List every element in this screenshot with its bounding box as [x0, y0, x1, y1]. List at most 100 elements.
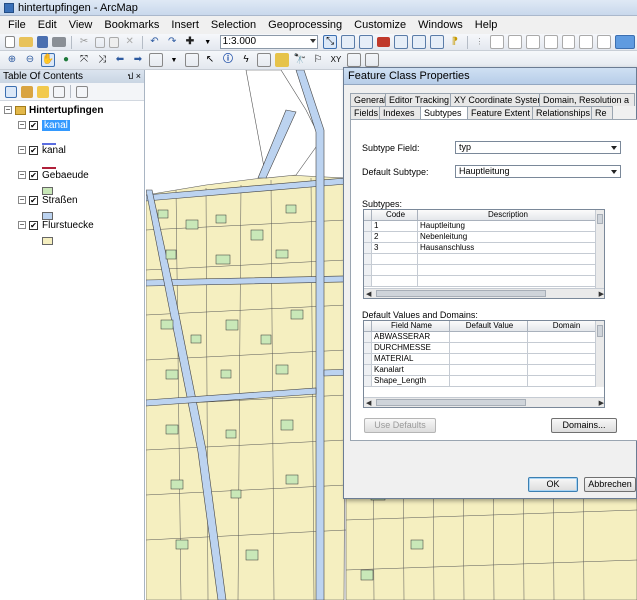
scrollbar-thumb[interactable]: [597, 325, 603, 337]
column-header-code[interactable]: Code: [372, 210, 418, 221]
undo-icon[interactable]: ↶: [148, 35, 162, 49]
tab-subtypes[interactable]: Subtypes: [420, 106, 468, 120]
table-row[interactable]: 3 Hausanschluss: [364, 243, 597, 254]
tab-representations[interactable]: Re: [591, 106, 613, 119]
default-subtype-select[interactable]: Hauptleitung: [455, 165, 621, 178]
table-row-empty[interactable]: [364, 254, 597, 265]
scroll-left-icon[interactable]: ◀: [366, 290, 371, 298]
create-viewer-icon[interactable]: [365, 53, 379, 67]
domain-cell[interactable]: [528, 354, 604, 365]
menu-insert[interactable]: Insert: [165, 16, 205, 34]
layout-tool-icon[interactable]: [597, 35, 612, 49]
scrollbar-thumb[interactable]: [376, 290, 546, 297]
measure-icon[interactable]: [275, 53, 289, 67]
back-extent-icon[interactable]: ⬅: [113, 53, 127, 67]
empty-cell[interactable]: [372, 265, 418, 276]
layout-tool-icon[interactable]: [508, 35, 523, 49]
subtypes-vertical-scrollbar[interactable]: [595, 210, 604, 289]
defaults-horizontal-scrollbar[interactable]: ◀ ▶: [364, 397, 604, 407]
empty-cell[interactable]: [418, 276, 597, 287]
layer-visibility-checkbox[interactable]: ✔: [29, 120, 38, 130]
column-header-field-name[interactable]: Field Name: [372, 321, 450, 332]
table-row[interactable]: 2 Nebenleitung: [364, 232, 597, 243]
fixed-zoom-in-icon[interactable]: ⤧: [77, 53, 91, 67]
menu-file[interactable]: File: [2, 16, 32, 34]
layout-tool-icon[interactable]: [579, 35, 594, 49]
cancel-button[interactable]: Abbrechen: [584, 477, 636, 492]
default-value-cell[interactable]: [450, 365, 528, 376]
layer-visibility-checkbox[interactable]: ✔: [29, 170, 38, 180]
layout-tool-icon[interactable]: [526, 35, 540, 49]
collapse-icon[interactable]: −: [18, 196, 26, 204]
print-icon[interactable]: [52, 37, 67, 47]
domains-button[interactable]: Domains...: [551, 418, 617, 433]
subtype-code-cell[interactable]: 1: [372, 221, 418, 232]
layout-tool-icon[interactable]: [543, 35, 558, 49]
domain-cell[interactable]: [528, 365, 604, 376]
layout-tool-icon[interactable]: [490, 35, 505, 49]
subtype-description-cell[interactable]: Hauptleitung: [418, 221, 597, 232]
open-folder-icon[interactable]: [18, 37, 33, 47]
subtype-description-cell[interactable]: Nebenleitung: [418, 232, 597, 243]
tab-domain-resolution[interactable]: Domain, Resolution a: [539, 93, 635, 106]
toc-layer-flurstuecke[interactable]: − ✔ Flurstuecke: [18, 218, 94, 232]
select-elements-icon[interactable]: ↖: [203, 53, 217, 67]
table-row[interactable]: DURCHMESSE: [364, 343, 604, 354]
chevron-down-icon[interactable]: ▼: [167, 53, 181, 67]
menu-edit[interactable]: Edit: [32, 16, 63, 34]
add-data-icon[interactable]: ✚: [183, 35, 197, 49]
menu-customize[interactable]: Customize: [348, 16, 412, 34]
subtype-code-cell[interactable]: 3: [372, 243, 418, 254]
row-selector[interactable]: [364, 343, 372, 354]
time-slider-icon[interactable]: [347, 53, 361, 67]
default-value-cell[interactable]: [450, 354, 528, 365]
table-icon[interactable]: [341, 35, 355, 49]
row-selector[interactable]: [364, 354, 372, 365]
zoom-percent-field[interactable]: [615, 35, 635, 49]
collapse-icon[interactable]: −: [4, 106, 12, 114]
go-to-xy-icon[interactable]: XY: [329, 53, 343, 67]
tab-feature-extent[interactable]: Feature Extent: [467, 106, 533, 119]
domain-cell[interactable]: [528, 332, 604, 343]
layer-visibility-checkbox[interactable]: ✔: [29, 195, 38, 205]
python-icon[interactable]: [394, 35, 409, 49]
html-popup-icon[interactable]: [257, 53, 271, 67]
menu-bookmarks[interactable]: Bookmarks: [98, 16, 165, 34]
select-features-icon[interactable]: [149, 53, 163, 67]
row-selector[interactable]: [364, 332, 372, 343]
collapse-icon[interactable]: −: [18, 171, 26, 179]
find-route-icon[interactable]: ⚐: [311, 53, 325, 67]
default-value-cell[interactable]: [450, 376, 528, 387]
table-row[interactable]: Shape_Length: [364, 376, 604, 387]
layout-tool-icon[interactable]: [561, 35, 576, 49]
ok-button[interactable]: OK: [528, 477, 578, 492]
default-value-cell[interactable]: [450, 332, 528, 343]
search-window-icon[interactable]: [430, 35, 444, 49]
row-selector[interactable]: [364, 254, 372, 265]
menu-view[interactable]: View: [63, 16, 99, 34]
column-header-domain[interactable]: Domain: [528, 321, 604, 332]
empty-cell[interactable]: [418, 254, 597, 265]
toolbox-icon[interactable]: [376, 37, 391, 47]
row-selector[interactable]: [364, 232, 372, 243]
scrollbar-thumb[interactable]: [597, 214, 603, 224]
layer-visibility-checkbox[interactable]: ✔: [29, 145, 38, 155]
toc-window-controls[interactable]: ป ×: [128, 70, 141, 83]
table-row[interactable]: ABWASSERAR: [364, 332, 604, 343]
table-row[interactable]: MATERIAL: [364, 354, 604, 365]
tab-editor-tracking[interactable]: Editor Tracking: [385, 93, 451, 106]
find-icon[interactable]: 🔭: [293, 53, 307, 67]
catalog-icon[interactable]: [358, 35, 373, 49]
row-selector[interactable]: [364, 276, 372, 287]
clear-selection-icon[interactable]: [185, 53, 199, 67]
row-selector[interactable]: [364, 265, 372, 276]
defaults-vertical-scrollbar[interactable]: [595, 321, 604, 387]
toc-layer-label[interactable]: kanal: [42, 145, 66, 156]
scroll-right-icon[interactable]: ▶: [599, 290, 604, 298]
domain-cell[interactable]: [528, 376, 604, 387]
list-by-drawing-order-icon[interactable]: [5, 85, 17, 98]
toc-group-hintertupfingen[interactable]: − Hintertupfingen: [4, 103, 103, 117]
toc-layer-label[interactable]: Flurstuecke: [42, 220, 94, 231]
menu-help[interactable]: Help: [469, 16, 504, 34]
full-extent-icon[interactable]: ●: [59, 53, 73, 67]
